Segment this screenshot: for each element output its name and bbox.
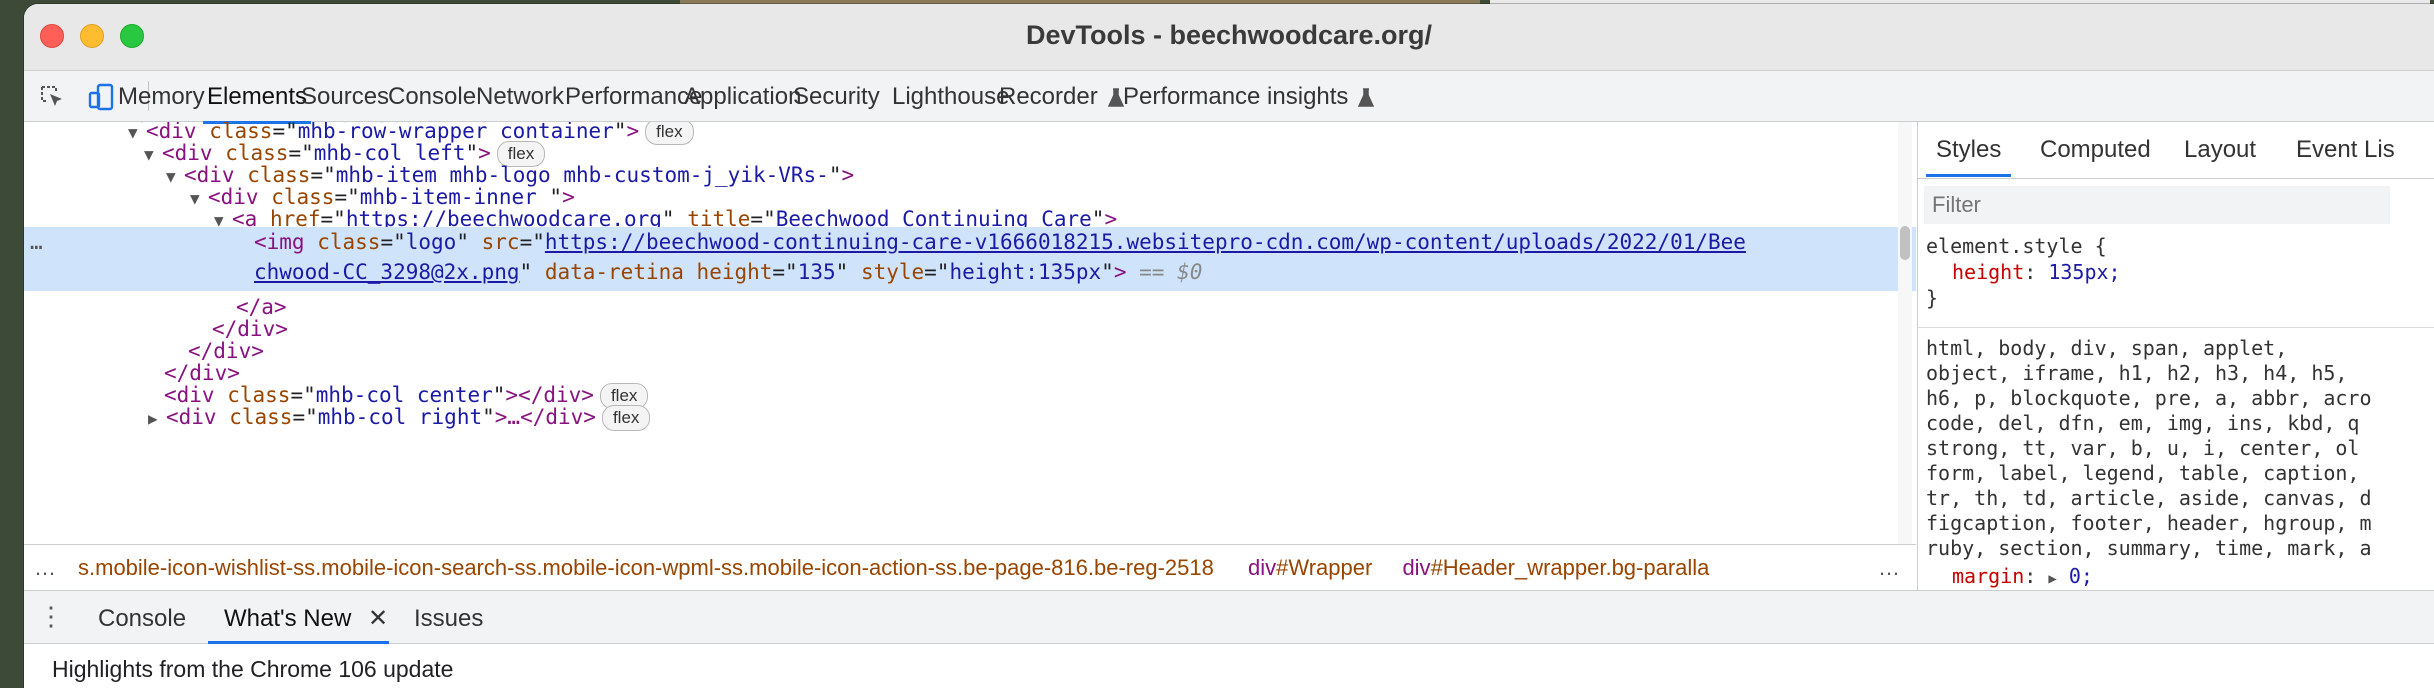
reset-rule-selector[interactable]: object, iframe, h1, h2, h3, h4, h5, <box>1926 361 2347 385</box>
breadcrumb-tag: div <box>1402 555 1431 580</box>
attr-name: class <box>229 405 293 429</box>
attr-name: data-retina <box>544 260 684 284</box>
reset-rule-selector[interactable]: tr, th, td, article, aside, canvas, d <box>1926 486 2372 510</box>
tab-computed[interactable]: Computed <box>2040 136 2151 164</box>
device-toolbar-icon[interactable] <box>86 81 118 113</box>
attr-value: mhb-col right <box>317 405 483 429</box>
experimental-flask-icon <box>1358 87 1375 107</box>
element-style-declaration[interactable]: height: 135px; <box>1952 260 2121 284</box>
elements-dom-tree[interactable]: div class="mhb-row second-row" ▼<div cla… <box>24 122 1916 546</box>
tab-elements[interactable]: Elements <box>202 83 312 124</box>
tag-close: > <box>1113 260 1127 284</box>
reset-rule-selector[interactable]: ruby, section, summary, time, mark, a <box>1926 536 2372 560</box>
attr-name: class <box>317 230 381 254</box>
tab-performance-insights[interactable]: Performance insights <box>1123 83 1375 111</box>
drawer-tab-whats-new[interactable]: What's New <box>207 605 390 644</box>
tab-sources[interactable]: Sources <box>301 83 389 111</box>
reset-rule-selector[interactable]: form, label, legend, table, caption, <box>1926 461 2359 485</box>
reset-rule-selector[interactable]: html, body, div, span, applet, <box>1926 336 2287 360</box>
selected-node-marker: == $0 <box>1139 260 1203 284</box>
tab-network[interactable]: Network <box>476 83 564 111</box>
whats-new-heading: Highlights from the Chrome 106 update <box>52 656 454 682</box>
window-title: DevTools - beechwoodcare.org/ <box>1025 20 1433 50</box>
drawer-tabbar: ⋮ Console What's New ✕ Issues <box>24 590 2434 644</box>
css-property: height <box>1952 260 2025 284</box>
tab-recorder-label: Recorder <box>999 83 1098 110</box>
reset-rule-selector[interactable]: figcaption, footer, header, hgroup, m <box>1926 511 2372 535</box>
attr-name: src <box>481 230 520 254</box>
tag-close: >…</div> <box>494 405 596 429</box>
breadcrumb-scroll-left[interactable]: … <box>34 545 56 591</box>
breadcrumb-scroll-right[interactable]: … <box>1878 545 1900 591</box>
attr-value: logo <box>405 230 457 254</box>
attr-value: 135 <box>797 260 836 284</box>
drawer-tab-console[interactable]: Console <box>98 605 186 633</box>
styles-sidebar: Styles Computed Layout Event Lis element… <box>1917 122 2434 590</box>
rule-divider <box>1918 327 2434 328</box>
reset-rule-selector[interactable]: h6, p, blockquote, pre, a, abbr, acro <box>1926 386 2372 410</box>
node-actions-ellipsis[interactable]: … <box>30 227 43 258</box>
breadcrumb-item-header[interactable]: div#Header_wrapper.bg-paralla <box>1402 555 1709 580</box>
styles-filter-input[interactable] <box>1924 186 2390 224</box>
dom-node-selected-img[interactable]: … <img class="logo" src="https://beechwo… <box>24 227 1916 291</box>
dom-node-col-right[interactable]: ▶ <div class="mhb-col right">…</div> flex <box>24 402 1916 433</box>
sidebar-tabs: Styles Computed Layout Event Lis <box>1918 122 2434 179</box>
close-icon[interactable]: ✕ <box>368 604 388 633</box>
expand-triangle-icon[interactable]: ▶ <box>148 403 166 434</box>
elements-scrollbar[interactable] <box>1898 122 1912 546</box>
tab-event-listeners[interactable]: Event Lis <box>2296 136 2395 164</box>
breadcrumb-id: #Wrapper <box>1276 555 1373 580</box>
tab-console[interactable]: Console <box>388 83 476 111</box>
flex-badge[interactable]: flex <box>601 405 651 431</box>
drawer-tab-issues[interactable]: Issues <box>414 605 483 633</box>
element-style-close: } <box>1926 286 1939 310</box>
css-value: 135px; <box>2048 260 2121 284</box>
devtools-window: DevTools - beechwoodcare.org/ Memory Ele… <box>24 4 2434 688</box>
tab-styles[interactable]: Styles <box>1925 136 2012 177</box>
tag-open: <div <box>166 405 217 429</box>
tab-lighthouse[interactable]: Lighthouse <box>892 83 1009 111</box>
src-link[interactable]: https://beechwood-continuing-care-v16660… <box>545 230 1746 254</box>
breadcrumb-item-body[interactable]: s.mobile-icon-wishlist-ss.mobile-icon-se… <box>78 555 1214 580</box>
src-link-continued[interactable]: chwood-CC_3298@2x.png <box>254 260 520 284</box>
tab-application[interactable]: Application <box>684 83 801 111</box>
attr-name: style <box>860 260 925 284</box>
tab-performance[interactable]: Performance <box>565 83 702 111</box>
dom-breadcrumb: … s.mobile-icon-wishlist-ss.mobile-icon-… <box>24 544 1916 591</box>
tab-memory[interactable]: Memory <box>118 83 205 111</box>
margin-declaration[interactable]: margin: ▶ 0; <box>1952 564 2093 588</box>
css-value: 0; <box>2068 564 2093 588</box>
devtools-toolbar: Memory Elements Sources Console Network … <box>24 71 2434 124</box>
inspect-element-icon[interactable] <box>36 81 68 113</box>
breadcrumb-item-wrapper[interactable]: div#Wrapper <box>1248 555 1372 580</box>
attr-name: height <box>696 260 773 284</box>
tab-recorder[interactable]: Recorder <box>999 83 1124 111</box>
tag-open: <img <box>254 230 305 254</box>
expand-shorthand-icon[interactable]: ▶ <box>2048 571 2056 587</box>
reset-rule-selector[interactable]: code, del, dfn, em, img, ins, kbd, q <box>1926 411 2359 435</box>
reset-rule-selector[interactable]: strong, tt, var, b, u, i, center, ol <box>1926 436 2359 460</box>
attr-value: height:135px <box>949 260 1102 284</box>
elements-scrollbar-thumb[interactable] <box>1900 226 1910 260</box>
tab-performance-insights-label: Performance insights <box>1123 83 1349 110</box>
tab-layout[interactable]: Layout <box>2184 136 2256 164</box>
css-property: margin <box>1952 564 2025 588</box>
drawer-menu-icon[interactable]: ⋮ <box>38 601 64 632</box>
breadcrumb-tag: div <box>1247 555 1277 580</box>
tab-security[interactable]: Security <box>793 83 880 111</box>
breadcrumb-id: #Header_wrapper.bg-paralla <box>1430 555 1710 580</box>
element-style-selector[interactable]: element.style { <box>1926 234 2107 258</box>
title-bar: DevTools - beechwoodcare.org/ <box>24 4 2434 71</box>
experimental-flask-icon <box>1107 87 1124 107</box>
